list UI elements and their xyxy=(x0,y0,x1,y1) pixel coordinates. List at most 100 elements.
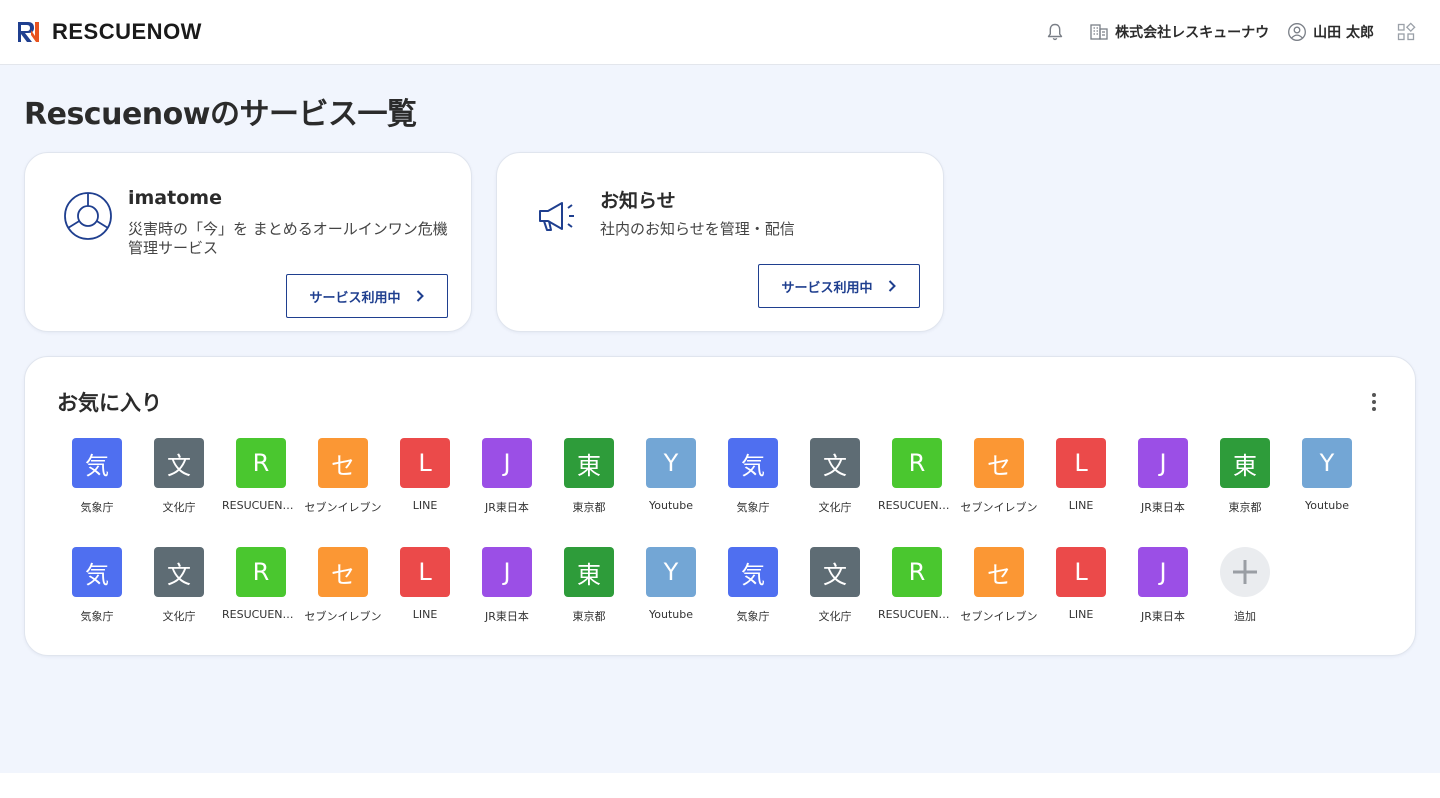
user-circle-icon xyxy=(1287,22,1307,42)
plus-icon xyxy=(1220,547,1270,597)
app-label: 気象庁 xyxy=(80,501,114,514)
app-label: JR東日本 xyxy=(1141,501,1185,514)
favorite-app[interactable]: L LINE xyxy=(384,438,466,512)
app-icon: R xyxy=(892,547,942,597)
favorite-app[interactable]: 気気象庁 xyxy=(56,438,138,515)
favorite-app[interactable]: 文文化庁 xyxy=(138,547,220,624)
favorite-app[interactable]: 東東京都 xyxy=(1204,438,1286,515)
app-label: 文化庁 xyxy=(818,501,852,514)
app-label: JR東日本 xyxy=(485,610,529,623)
app-icon: 気 xyxy=(72,547,122,597)
app-icon: 文 xyxy=(810,547,860,597)
app-icon: 東 xyxy=(1220,438,1270,488)
favorite-app[interactable]: R RESUCUENOW xyxy=(876,547,958,621)
favorite-app[interactable]: L LINE xyxy=(384,547,466,621)
apps-grid-icon[interactable] xyxy=(1396,22,1416,42)
add-favorite-button[interactable]: 追加 xyxy=(1204,547,1286,624)
app-label: 文化庁 xyxy=(162,610,196,623)
chevron-right-icon xyxy=(888,280,896,292)
app-icon: L xyxy=(1056,438,1106,488)
favorite-app[interactable]: 気気象庁 xyxy=(712,438,794,515)
app-label: Youtube xyxy=(649,499,693,512)
header-actions: 株式会社レスキューナウ 山田 太郎 xyxy=(1045,0,1424,65)
app-label: セブンイレブン xyxy=(960,501,1038,514)
favorite-app[interactable]: セセブンイレブン xyxy=(302,438,384,515)
favorite-app[interactable]: 東東京都 xyxy=(548,547,630,624)
app-icon: J xyxy=(482,438,532,488)
app-icon: R xyxy=(236,438,286,488)
app-label: 文化庁 xyxy=(162,501,196,514)
page-title: Rescuenowのサービス一覧 xyxy=(24,97,417,132)
company-selector[interactable]: 株式会社レスキューナウ xyxy=(1089,22,1269,42)
app-icon: J xyxy=(1138,438,1188,488)
favorite-app[interactable]: Y Youtube xyxy=(630,547,712,621)
add-label: 追加 xyxy=(1234,610,1256,623)
app-icon: L xyxy=(400,547,450,597)
favorite-app[interactable]: R RESUCUENOW xyxy=(220,438,302,512)
app-icon: R xyxy=(892,438,942,488)
service-name: imatome xyxy=(128,187,222,209)
favorite-app[interactable]: J JR東日本 xyxy=(466,547,548,624)
app-label: セブンイレブン xyxy=(960,610,1038,623)
favorite-app[interactable]: 気気象庁 xyxy=(712,547,794,624)
favorite-app[interactable]: J JR東日本 xyxy=(466,438,548,515)
app-icon: Y xyxy=(646,438,696,488)
app-label: 東京都 xyxy=(1228,501,1262,514)
top-header: RESCUENOW 株式会社レスキューナウ 山田 太郎 xyxy=(0,0,1440,65)
service-card-notice[interactable]: お知らせ 社内のお知らせを管理・配信 サービス利用中 xyxy=(496,152,944,332)
app-label: RESUCUENOW xyxy=(878,608,956,621)
app-label: LINE xyxy=(412,608,438,621)
favorite-app[interactable]: L LINE xyxy=(1040,547,1122,621)
app-icon: 東 xyxy=(564,438,614,488)
app-label: 気象庁 xyxy=(736,610,770,623)
service-card-imatome[interactable]: imatome 災害時の「今」を まとめるオールインワン危機管理サービス サービ… xyxy=(24,152,472,332)
favorite-app[interactable]: 東東京都 xyxy=(548,438,630,515)
favorite-app[interactable]: J JR東日本 xyxy=(1122,438,1204,515)
chevron-right-icon xyxy=(416,290,424,302)
favorite-app[interactable]: R RESUCUENOW xyxy=(220,547,302,621)
app-label: RESUCUENOW xyxy=(222,499,300,512)
favorite-app[interactable]: 文文化庁 xyxy=(794,438,876,515)
megaphone-icon xyxy=(535,197,581,239)
favorite-app[interactable]: R RESUCUENOW xyxy=(876,438,958,512)
favorite-app[interactable]: 文文化庁 xyxy=(794,547,876,624)
favorite-app[interactable]: 文文化庁 xyxy=(138,438,220,515)
favorite-app[interactable]: J JR東日本 xyxy=(1122,547,1204,624)
more-vertical-icon[interactable] xyxy=(1371,392,1377,412)
app-icon: 文 xyxy=(154,547,204,597)
favorite-app[interactable]: L LINE xyxy=(1040,438,1122,512)
favorite-app[interactable]: Y Youtube xyxy=(630,438,712,512)
user-name: 山田 太郎 xyxy=(1313,25,1374,41)
service-status-button[interactable]: サービス利用中 xyxy=(286,274,448,318)
app-icon: 気 xyxy=(728,547,778,597)
bell-icon[interactable] xyxy=(1045,22,1065,42)
app-label: LINE xyxy=(1068,499,1094,512)
app-label: JR東日本 xyxy=(1141,610,1185,623)
app-label: Youtube xyxy=(649,608,693,621)
service-status-button[interactable]: サービス利用中 xyxy=(758,264,920,308)
favorite-app[interactable]: セセブンイレブン xyxy=(958,438,1040,515)
app-label: JR東日本 xyxy=(485,501,529,514)
app-icon: 東 xyxy=(564,547,614,597)
service-description: 社内のお知らせを管理・配信 xyxy=(600,220,795,238)
app-label: RESUCUENOW xyxy=(222,608,300,621)
app-label: 気象庁 xyxy=(736,501,770,514)
logo-text: RESCUENOW xyxy=(52,19,202,44)
app-icon: J xyxy=(1138,547,1188,597)
app-label: LINE xyxy=(1068,608,1094,621)
app-icon: J xyxy=(482,547,532,597)
app-icon: 文 xyxy=(810,438,860,488)
favorites-title: お気に入り xyxy=(57,391,162,415)
app-icon: L xyxy=(400,438,450,488)
favorite-app[interactable]: セセブンイレブン xyxy=(958,547,1040,624)
rescuenow-logo[interactable]: RESCUENOW xyxy=(16,19,202,45)
app-icon: セ xyxy=(318,547,368,597)
favorite-app[interactable]: セセブンイレブン xyxy=(302,547,384,624)
service-name: お知らせ xyxy=(600,190,676,212)
favorite-app[interactable]: 気気象庁 xyxy=(56,547,138,624)
favorite-app[interactable]: Y Youtube xyxy=(1286,438,1368,512)
app-label: セブンイレブン xyxy=(304,501,382,514)
user-menu[interactable]: 山田 太郎 xyxy=(1287,22,1374,42)
service-description: 災害時の「今」を まとめるオールインワン危機管理サービス xyxy=(128,220,448,257)
app-label: 東京都 xyxy=(572,610,606,623)
